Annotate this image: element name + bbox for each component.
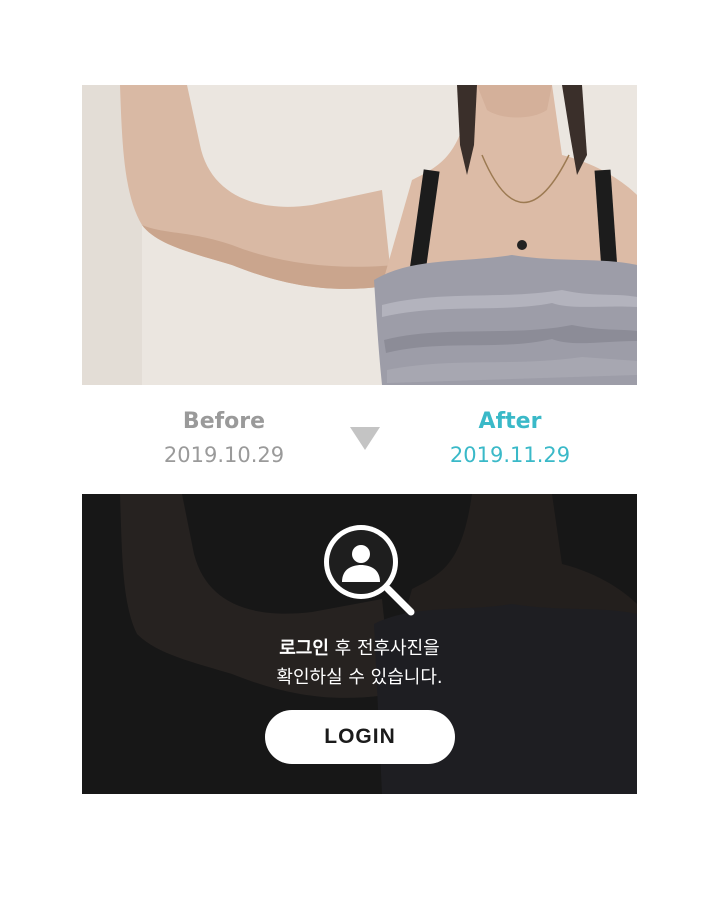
locked-after-photo: 로그인 후 전후사진을 확인하실 수 있습니다. LOGIN — [82, 494, 637, 794]
before-photo-illustration — [82, 85, 637, 385]
before-label: Before — [182, 409, 266, 434]
login-button[interactable]: LOGIN — [265, 710, 455, 764]
message-line-1: 로그인 후 전후사진을 — [82, 634, 637, 663]
before-after-row: Before 2019.10.29 After 2019.11.29 — [82, 405, 637, 480]
message-bold-login: 로그인 — [279, 638, 329, 659]
after-label: After — [478, 409, 542, 434]
after-date: 2019.11.29 — [449, 443, 571, 467]
before-column: Before 2019.10.29 — [114, 405, 334, 471]
before-photo — [82, 85, 637, 385]
message-line-1-rest: 후 전후사진을 — [328, 638, 440, 659]
message-line-2: 확인하실 수 있습니다. — [276, 667, 443, 688]
user-search-icon — [324, 525, 415, 616]
before-date: 2019.10.29 — [163, 443, 285, 467]
login-required-message: 로그인 후 전후사진을 확인하실 수 있습니다. — [82, 634, 637, 692]
triangle-down-icon — [350, 427, 380, 450]
after-column: After 2019.11.29 — [400, 405, 620, 471]
